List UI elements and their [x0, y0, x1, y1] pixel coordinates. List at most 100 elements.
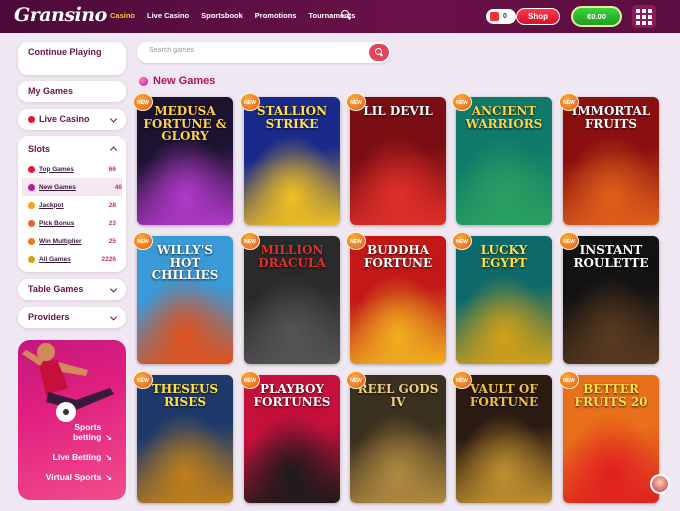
slots-item-count: 46 [114, 183, 122, 191]
section-title-text: New Games [153, 75, 216, 87]
continue-playing-label: Continue Playing [28, 47, 102, 57]
game-artwork [350, 135, 446, 225]
nav-casino[interactable]: Casino [110, 11, 135, 20]
slots-list: Top Games 66 New Games 46 Jackpot 28 Pick Bonu… [22, 160, 122, 268]
game-tile[interactable]: VAULT OF FORTUNE [456, 375, 552, 503]
arrow-icon: ↘ [105, 473, 112, 482]
slots-item[interactable]: Win Multiplier 25 [28, 232, 116, 250]
game-artwork [244, 274, 340, 364]
main-nav: Casino Live Casino Sportsbook Promotions… [110, 11, 355, 20]
game-tile[interactable]: BUDDHA FORTUNE [350, 236, 446, 364]
game-title: LUCKY EGYPT [480, 243, 528, 270]
slots-item-label: Jackpot [39, 201, 64, 209]
game-tile[interactable]: MEDUSA FORTUNE & GLORY [137, 97, 233, 225]
continue-playing-card[interactable]: Continue Playing [18, 42, 126, 75]
slots-item-label: All Games [39, 255, 71, 263]
new-badge: NEW [133, 232, 153, 250]
nav-live-casino[interactable]: Live Casino [147, 11, 189, 20]
slots-item[interactable]: All Games 2226 [28, 250, 116, 268]
virtual-sports-link[interactable]: Virtual Sports [46, 472, 102, 482]
live-betting-link[interactable]: Live Betting [53, 452, 102, 462]
table-games-card[interactable]: Table Games [18, 279, 126, 300]
providers-card[interactable]: Providers [18, 307, 126, 328]
section-title: New Games [139, 75, 215, 87]
game-tile[interactable]: ANCIENT WARRIORS [456, 97, 552, 225]
game-tile[interactable]: MILLION DRACULA [244, 236, 340, 364]
footballer-illustration [22, 343, 114, 422]
slots-item[interactable]: Pick Bonus 23 [28, 214, 116, 232]
game-tile[interactable]: IMMORTAL FRUITS [563, 97, 659, 225]
game-title: IMMORTAL FRUITS [571, 104, 651, 131]
game-artwork [137, 413, 233, 503]
sports-promo-card[interactable]: Sports betting ↘ Live Betting ↘ Virtual Sp… [18, 340, 126, 500]
search-input[interactable] [149, 47, 349, 54]
new-badge: NEW [559, 371, 579, 389]
grid-menu-icon[interactable] [632, 5, 656, 28]
game-title: PLAYBOY FORTUNES [253, 382, 331, 409]
live-casino-card[interactable]: Live Casino [18, 109, 126, 130]
category-icon [28, 201, 35, 209]
table-games-label: Table Games [28, 284, 84, 294]
game-tile[interactable]: LUCKY EGYPT [456, 236, 552, 364]
game-tile[interactable]: REEL GODS IV [350, 375, 446, 503]
my-games-label: My Games [28, 86, 74, 96]
brand-logo[interactable]: Gransino [14, 4, 107, 26]
game-tile[interactable]: INSTANT ROULETTE [563, 236, 659, 364]
game-title: MILLION DRACULA [258, 243, 326, 270]
new-badge: NEW [133, 93, 153, 111]
new-badge: NEW [452, 93, 472, 111]
new-badge: NEW [452, 232, 472, 250]
game-title: VAULT OF FORTUNE [469, 382, 539, 409]
game-artwork [350, 413, 446, 503]
slots-item-label: Top Games [39, 165, 74, 173]
game-title: MEDUSA FORTUNE & GLORY [143, 104, 227, 144]
live-casino-label: Live Casino [39, 114, 90, 124]
game-tile[interactable]: WILLY'S HOT CHILLIES [137, 236, 233, 364]
category-icon [28, 219, 35, 227]
slots-item[interactable]: New Games 46 [22, 178, 122, 196]
new-badge: NEW [346, 93, 366, 111]
new-badge: NEW [133, 371, 153, 389]
search-bar [137, 42, 391, 63]
game-tile[interactable]: PLAYBOY FORTUNES [244, 375, 340, 503]
slots-card: Slots Top Games 66 New Games 46 Jackpot 28 Pic… [18, 136, 126, 272]
new-badge: NEW [240, 232, 260, 250]
game-artwork [350, 274, 446, 364]
game-tile[interactable]: STALLION STRIKE [244, 97, 340, 225]
game-tile[interactable]: BETTER FRUITS 20 [563, 375, 659, 503]
slots-item-count: 28 [108, 201, 116, 209]
game-artwork [563, 274, 659, 364]
new-badge: NEW [559, 232, 579, 250]
support-chat-avatar[interactable] [650, 474, 670, 494]
game-tile[interactable]: THESEUS RISES [137, 375, 233, 503]
slots-item-count: 66 [108, 165, 116, 173]
slots-item-count: 25 [108, 237, 116, 245]
search-icon[interactable] [341, 10, 351, 22]
sports-betting-link[interactable]: Sports betting [45, 422, 101, 442]
slots-item-label: Pick Bonus [39, 219, 75, 227]
my-games-card[interactable]: My Games [18, 81, 126, 102]
nav-promotions[interactable]: Promotions [255, 11, 297, 20]
slots-item[interactable]: Jackpot 28 [28, 196, 116, 214]
game-artwork [563, 135, 659, 225]
category-icon [28, 183, 35, 191]
game-artwork [456, 274, 552, 364]
category-icon [28, 237, 35, 245]
slots-item[interactable]: Top Games 66 [28, 160, 116, 178]
game-artwork [244, 413, 340, 503]
shop-bag[interactable]: 0 [486, 9, 516, 24]
game-artwork [563, 413, 659, 503]
balance-button[interactable]: €0.00 [571, 6, 622, 27]
game-artwork [137, 274, 233, 364]
game-title: BUDDHA FORTUNE [363, 243, 433, 270]
slots-label[interactable]: Slots [28, 144, 116, 154]
category-icon [28, 255, 35, 263]
search-button[interactable] [369, 44, 389, 61]
game-title: INSTANT ROULETTE [573, 243, 649, 270]
game-tile[interactable]: LIL DEVIL [350, 97, 446, 225]
nav-sportsbook[interactable]: Sportsbook [201, 11, 243, 20]
slots-item-label: New Games [39, 183, 76, 191]
bag-icon [490, 12, 499, 21]
shop-button[interactable]: Shop [516, 8, 560, 25]
arrow-icon: ↘ [105, 453, 112, 462]
